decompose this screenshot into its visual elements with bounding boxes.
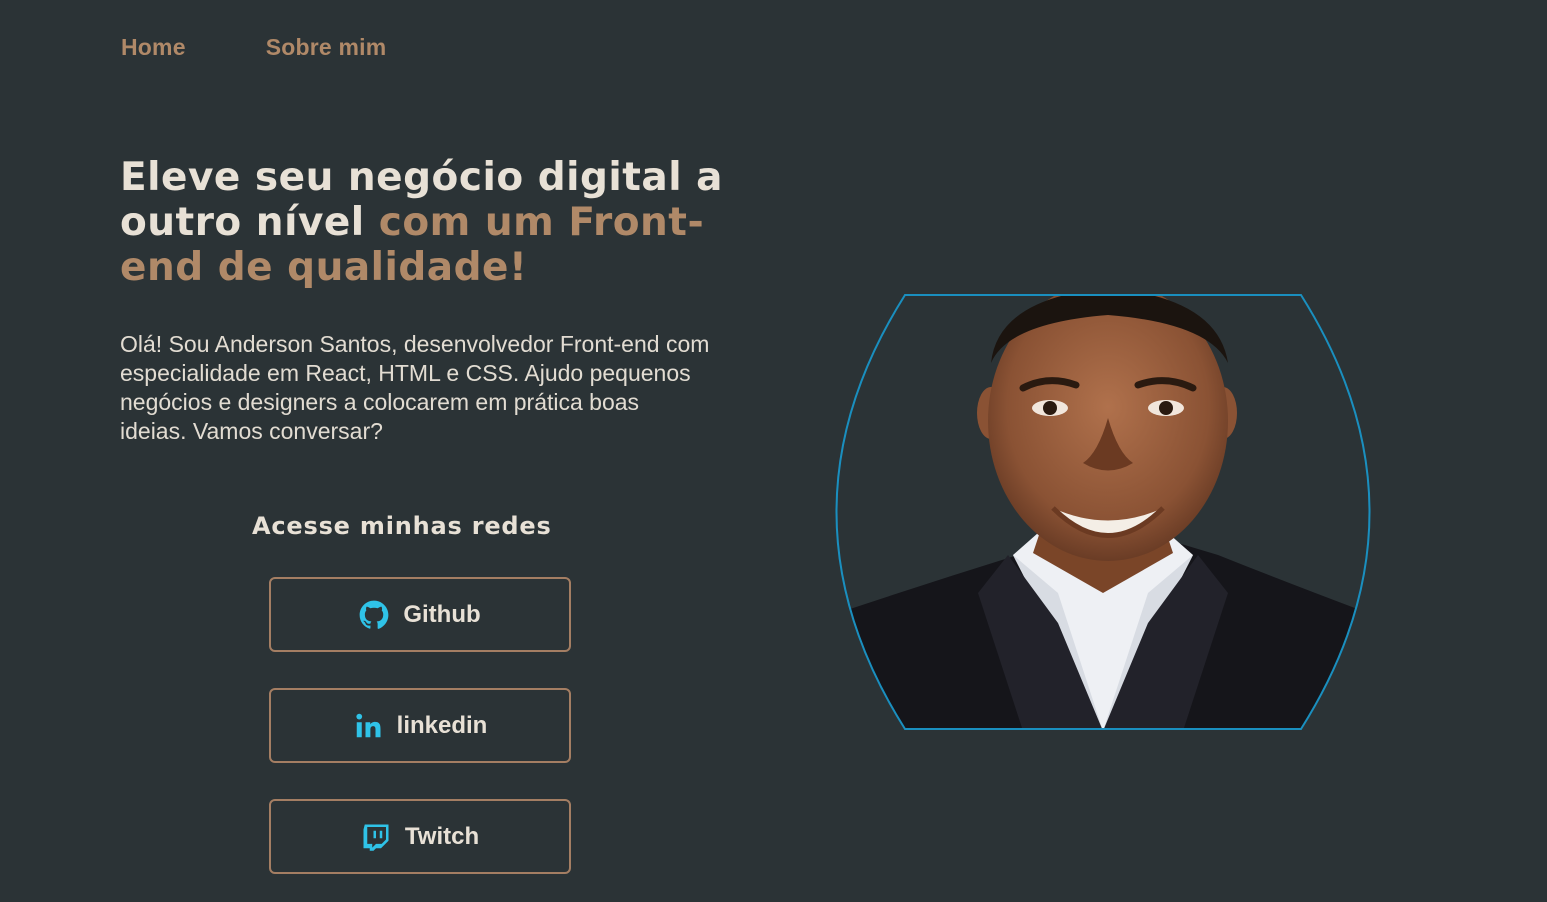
twitch-icon xyxy=(361,822,391,852)
social-title: Acesse minhas redes xyxy=(252,512,552,540)
github-button[interactable]: Github xyxy=(269,577,571,652)
github-icon xyxy=(359,600,389,630)
linkedin-icon xyxy=(353,711,383,741)
linkedin-button[interactable]: linkedin xyxy=(269,688,571,763)
main-nav: Home Sobre mim xyxy=(121,34,386,61)
twitch-label: Twitch xyxy=(404,822,480,850)
hero-headline: Eleve seu negócio digital a outro nível … xyxy=(120,155,740,290)
twitch-button[interactable]: Twitch xyxy=(269,799,571,874)
linkedin-label: linkedin xyxy=(396,711,488,739)
github-label: Github xyxy=(403,600,481,628)
nav-about-link[interactable]: Sobre mim xyxy=(266,34,387,61)
hero-intro: Olá! Sou Anderson Santos, desenvolvedor … xyxy=(120,331,710,444)
profile-photo xyxy=(835,294,1371,730)
nav-home-link[interactable]: Home xyxy=(121,34,186,61)
